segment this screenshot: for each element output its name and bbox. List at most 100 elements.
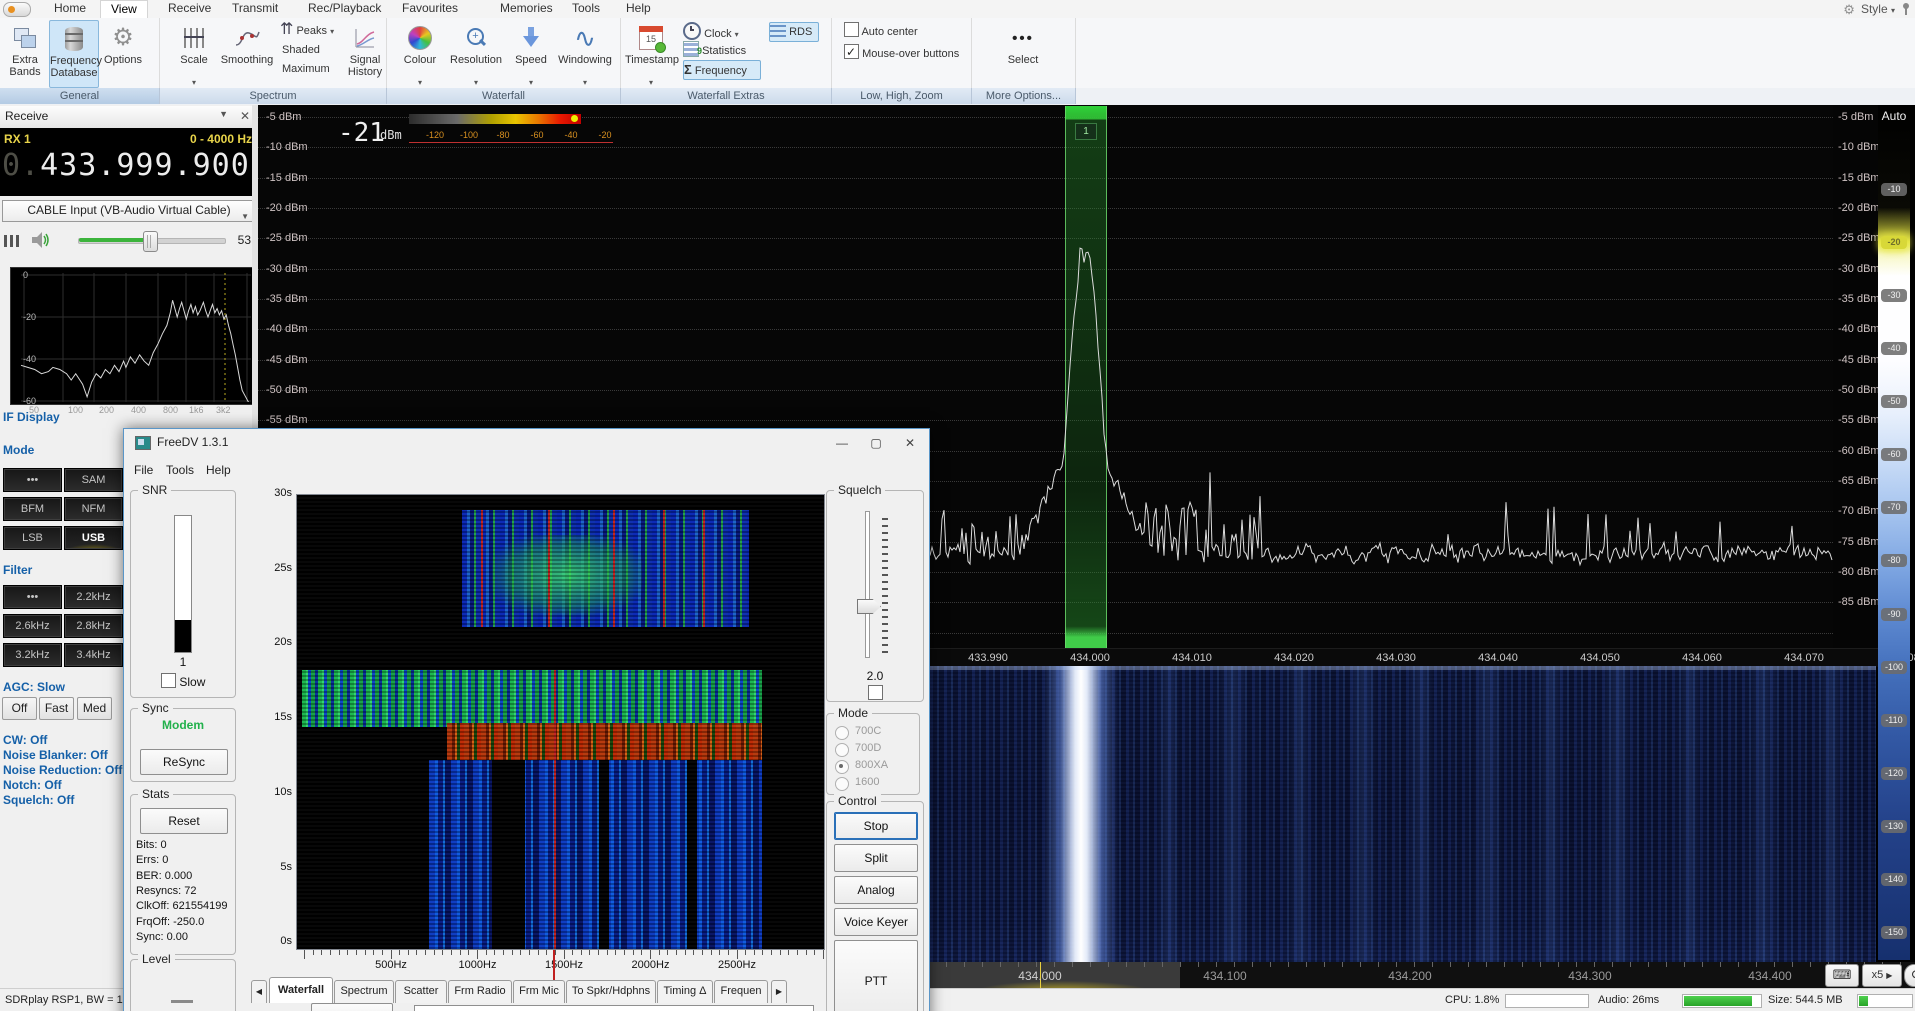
colour-button[interactable]: Colour ▾ — [397, 20, 443, 86]
mode-button-LSB[interactable]: LSB — [3, 526, 62, 550]
mode-button-BFM[interactable]: BFM — [3, 497, 62, 521]
settings-gear-icon[interactable]: ⚙ — [1843, 3, 1855, 16]
freedv-menu-tools[interactable]: Tools — [166, 463, 194, 477]
squelch-slider-track[interactable] — [865, 511, 870, 658]
frequency-toggle-button[interactable]: Σ Frequency — [683, 60, 761, 80]
menu-tab-receive[interactable]: Receive — [158, 0, 221, 17]
tab-scroll-right[interactable]: ▶ — [771, 980, 787, 1003]
freedv-tab-frm-mic[interactable]: Frm Mic — [513, 980, 565, 1003]
freedv-tab-frequen[interactable]: Frequen — [714, 980, 768, 1003]
control-button-voice-keyer[interactable]: Voice Keyer — [834, 908, 918, 936]
agc-button-off[interactable]: Off — [2, 697, 37, 720]
freedv-tab-waterfall[interactable]: Waterfall — [269, 977, 333, 1003]
filter-button-3.2kHz[interactable]: 3.2kHz — [3, 643, 62, 667]
control-button-ptt[interactable]: PTT — [834, 940, 918, 1011]
squelch-slider-thumb[interactable] — [857, 599, 881, 614]
radio-1600[interactable] — [835, 777, 849, 791]
scale-button[interactable]: Scale ▾ — [172, 20, 216, 86]
frequency-display[interactable]: RX 1 0 - 4000 Hz 0.433.999.900 — [0, 128, 258, 196]
pin-icon[interactable] — [1901, 3, 1911, 15]
radio-700d[interactable] — [835, 743, 849, 757]
menu-tab-help[interactable]: Help — [616, 0, 661, 17]
menu-tab-memories[interactable]: Memories — [490, 0, 563, 17]
audio-device-dropdown[interactable]: CABLE Input (VB-Audio Virtual Cable) ▼ — [2, 200, 256, 222]
options-button[interactable]: ⚙ Options — [100, 20, 146, 86]
windowing-button[interactable]: ∿ Windowing ▾ — [555, 20, 615, 86]
equalizer-icon[interactable] — [4, 235, 20, 247]
extra-bands-button[interactable]: Extra Bands — [3, 20, 47, 86]
app-icon[interactable] — [3, 2, 31, 17]
menu-tab-favourites[interactable]: Favourites — [392, 0, 468, 17]
control-button-split[interactable]: Split — [834, 844, 918, 872]
peaks-button[interactable]: ⇈ Peaks ▾ — [280, 22, 346, 40]
amplitude-scale-strip[interactable]: Auto -10-20-30-40-50-60-70-80-90-100-110… — [1878, 105, 1910, 960]
text-output-field[interactable] — [414, 1005, 814, 1011]
freedv-tab-to-spkr-hdphns[interactable]: To Spkr/Hdphns — [566, 980, 656, 1003]
filter-button-2.2kHz[interactable]: 2.2kHz — [64, 585, 123, 609]
maximize-button[interactable]: ▢ — [861, 433, 891, 453]
speaker-icon[interactable] — [30, 230, 50, 250]
amplitude-scale-label: -100 — [1881, 661, 1907, 674]
select-button[interactable]: ••• Select — [1000, 20, 1046, 86]
menu-tab-tools[interactable]: Tools — [562, 0, 610, 17]
mode-button-SAM[interactable]: SAM — [64, 468, 123, 492]
menu-tab-home[interactable]: Home — [44, 0, 96, 17]
freedv-waterfall-panel[interactable] — [296, 494, 825, 950]
maximum-button[interactable]: Maximum — [282, 60, 346, 78]
smoothing-button[interactable]: Smoothing — [218, 20, 276, 86]
menu-tab-view[interactable]: View — [100, 0, 148, 18]
freedv-tab-scatter[interactable]: Scatter — [395, 980, 447, 1003]
keyboard-entry-button[interactable]: ⌨ — [1825, 964, 1859, 987]
if-spectrum-graph[interactable]: 0-20-40-60 — [10, 267, 254, 405]
snr-slow-checkbox[interactable]: Slow — [161, 673, 205, 689]
control-button-stop[interactable]: Stop — [834, 812, 918, 840]
mode-button-NFM[interactable]: NFM — [64, 497, 123, 521]
shaded-button[interactable]: Shaded — [282, 41, 342, 59]
waterfall-frequency-bar[interactable]: 434.000434.100434.200434.300434.400 ⌨ x5… — [928, 962, 1915, 988]
clock-button[interactable]: Clock ▾ — [683, 22, 747, 40]
filter-button-[interactable]: ••• — [3, 585, 62, 609]
rds-button[interactable]: RDS — [769, 22, 819, 42]
freedv-tab-spectrum[interactable]: Spectrum — [334, 980, 394, 1003]
statistics-button[interactable]: Statistics — [683, 41, 755, 59]
tab-scroll-left[interactable]: ◀ — [251, 980, 267, 1003]
frequency-database-button[interactable]: Frequency Database — [49, 20, 99, 88]
control-button-analog[interactable]: Analog — [834, 876, 918, 904]
mouse-over-buttons-checkbox[interactable]: Mouse-over buttons — [844, 44, 970, 62]
minimize-button[interactable]: — — [827, 433, 857, 453]
speed-button[interactable]: Speed ▾ — [509, 20, 553, 86]
mode-button-USB[interactable]: USB — [64, 526, 123, 550]
style-menu[interactable]: Style ▾ — [1861, 2, 1895, 16]
volume-slider-thumb[interactable] — [143, 231, 158, 252]
timestamp-button[interactable]: Timestamp ▾ — [625, 20, 677, 86]
zoom-x5-button[interactable]: x5 ▶ — [1862, 964, 1902, 987]
tuned-frequency[interactable]: 0.433.999.900 — [2, 148, 256, 183]
level-slider[interactable] — [171, 1000, 193, 1003]
center-button[interactable]: ⟳ — [1904, 964, 1915, 987]
freedv-tab-frm-radio[interactable]: Frm Radio — [448, 980, 512, 1003]
radio-800xa[interactable] — [835, 760, 849, 774]
menu-tab-rec-playback[interactable]: Rec/Playback — [298, 0, 391, 17]
mode-button-[interactable]: ••• — [3, 468, 62, 492]
freedv-menu-file[interactable]: File — [134, 463, 153, 477]
freedv-title-bar[interactable]: FreeDV 1.3.1 — ▢ ✕ — [124, 429, 929, 457]
radio-700c[interactable] — [835, 726, 849, 740]
filter-button-3.4kHz[interactable]: 3.4kHz — [64, 643, 123, 667]
menu-tab-transmit[interactable]: Transmit — [222, 0, 288, 17]
close-icon[interactable]: ✕ — [240, 109, 250, 123]
close-button[interactable]: ✕ — [895, 433, 925, 453]
resolution-button[interactable]: Resolution ▾ — [445, 20, 507, 86]
reset-button[interactable]: Reset — [140, 808, 228, 834]
agc-button-med[interactable]: Med — [77, 697, 112, 720]
resync-button[interactable]: ReSync — [140, 749, 228, 775]
collapse-icon[interactable]: ▼ — [219, 109, 228, 119]
freedv-menu-help[interactable]: Help — [206, 463, 231, 477]
clear-button[interactable]: Clear — [311, 1003, 393, 1011]
freedv-tab-timing-[interactable]: Timing Δ — [657, 980, 713, 1003]
filter-button-2.8kHz[interactable]: 2.8kHz — [64, 614, 123, 638]
filter-button-2.6kHz[interactable]: 2.6kHz — [3, 614, 62, 638]
signal-history-button[interactable]: Signal History — [344, 20, 386, 86]
auto-center-checkbox[interactable]: Auto center — [844, 22, 964, 40]
agc-button-fast[interactable]: Fast — [39, 697, 74, 720]
squelch-enable-checkbox[interactable] — [868, 685, 883, 703]
